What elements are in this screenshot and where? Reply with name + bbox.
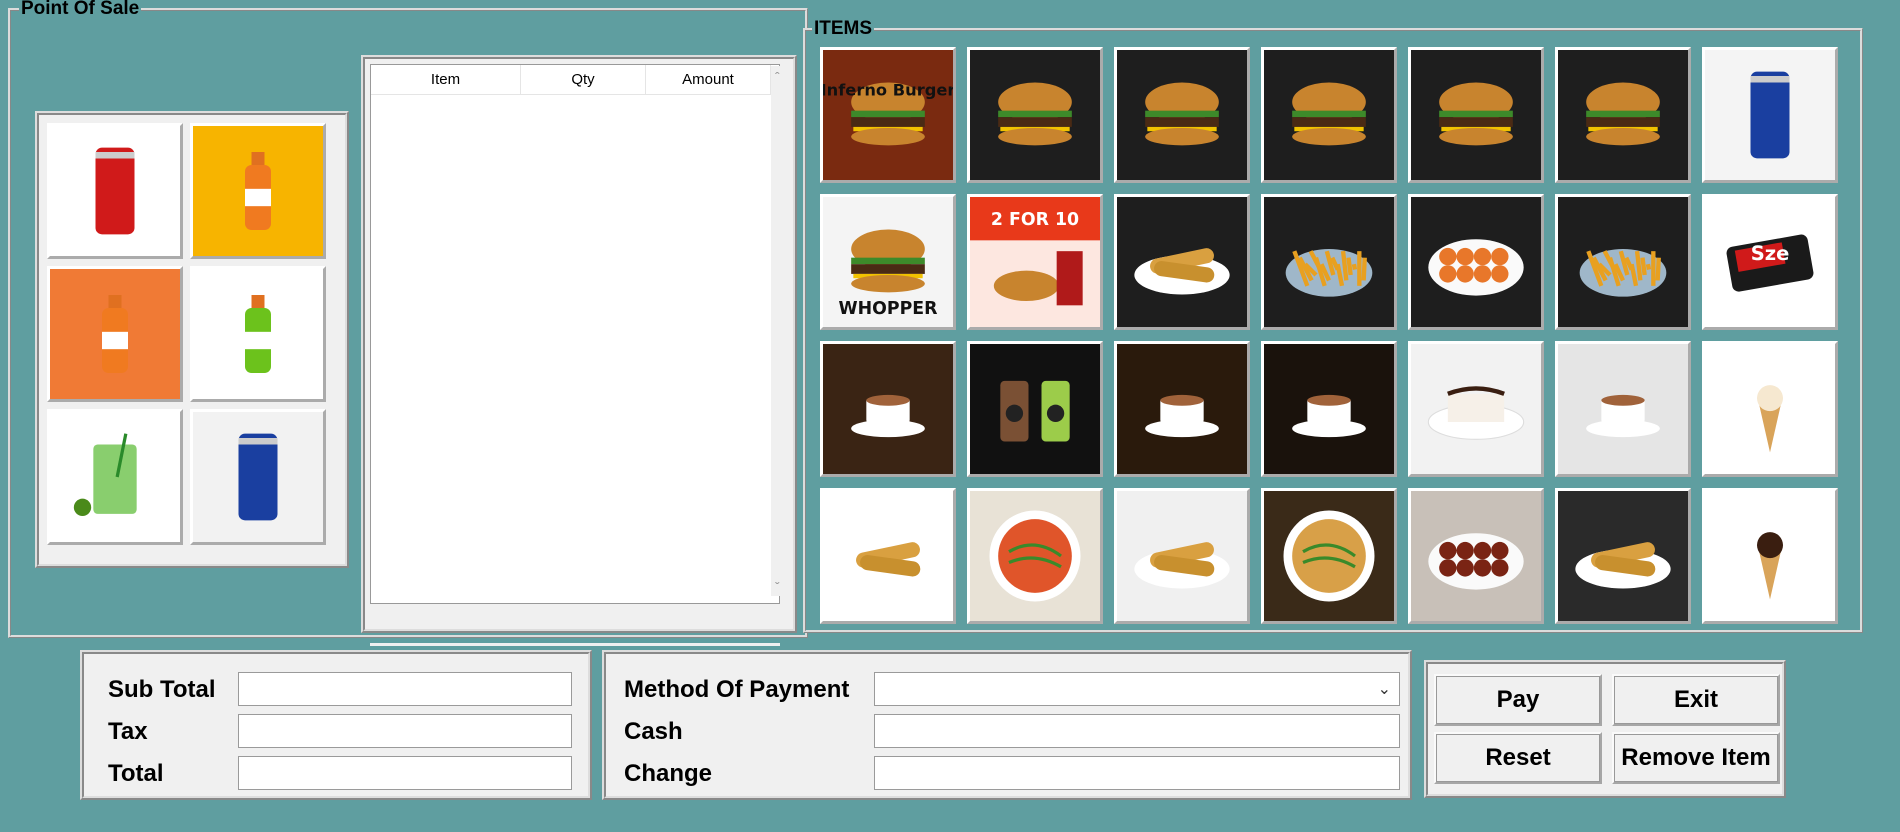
order-list-header: Item Qty Amount [371,65,779,95]
sub-total-label: Sub Total [108,676,216,703]
menu-item-button-noodles[interactable] [1261,488,1397,624]
menu-item-button-whopper-meal[interactable]: 2 FOR 10 [967,194,1103,330]
menu-item-button-samosa[interactable] [820,488,956,624]
order-listview[interactable]: Item Qty Amount [370,64,780,604]
remove-item-button[interactable]: Remove Item [1612,732,1780,784]
menu-item-button-burger-with-fries[interactable] [1408,47,1544,183]
menu-item-button-ice-cream-cone[interactable] [1702,341,1838,477]
menu-item-button-spring-rolls-plate[interactable] [1114,194,1250,330]
payment-group: Method Of Payment ⌄ Cash Change [602,650,1412,800]
menu-item-button-egg-burger[interactable] [1261,47,1397,183]
change-label: Change [624,760,713,787]
item-image-text: 2 FOR 10 [991,210,1079,230]
point-of-sale-panel: Point Of Sale Item Qty Amount ˆ ˇ ‹ › [8,0,808,663]
action-buttons-group: Pay Exit Reset Remove Item [1424,660,1786,798]
pay-button[interactable]: Pay [1434,674,1602,726]
items-panel: ITEMS Inferno Burger WHOPPER 2 FOR 10 Sze [803,19,1863,633]
column-header-qty[interactable]: Qty [521,65,646,94]
drink-button-thums-up-can[interactable] [190,409,326,545]
total-field[interactable] [238,756,572,790]
item-image-text: Inferno Burger [823,81,953,100]
tax-field[interactable] [238,714,572,748]
menu-item-button-steak-burger[interactable] [1555,47,1691,183]
tax-label: Tax [108,718,148,745]
menu-item-button-inferno-burger[interactable]: Inferno Burger [820,47,956,183]
reset-button[interactable]: Reset [1434,732,1602,784]
scroll-down-arrow-icon[interactable]: ˇ [775,580,780,594]
menu-item-button-candy-bar[interactable] [1702,47,1838,183]
menu-item-button-manchurian[interactable] [1408,488,1544,624]
drinks-box [35,111,349,568]
drink-button-mango-juice-bottle[interactable] [190,123,326,259]
column-header-item[interactable]: Item [371,65,521,94]
menu-item-button-french-fries[interactable] [1261,194,1397,330]
column-header-amount[interactable]: Amount [646,65,771,94]
cash-field[interactable] [874,714,1400,748]
sub-total-field[interactable] [238,672,572,706]
change-field[interactable] [874,756,1400,790]
drink-button-mountain-dew-bottle[interactable] [190,266,326,402]
menu-item-button-espresso[interactable] [1114,341,1250,477]
drink-button-coca-cola-can[interactable] [47,123,183,259]
method-of-payment-label: Method Of Payment [624,676,850,703]
menu-item-button-frappes[interactable] [967,341,1103,477]
menu-item-button-latte[interactable] [1555,341,1691,477]
menu-item-button-whopper[interactable]: WHOPPER [820,194,956,330]
items-grid: Inferno Burger WHOPPER 2 FOR 10 Sze [820,47,1838,624]
menu-item-button-cake-slice[interactable] [1408,341,1544,477]
drinks-grid [47,123,337,545]
menu-item-button-cappuccino[interactable] [820,341,956,477]
menu-item-button-fries-with-dip[interactable] [1555,194,1691,330]
items-panel-title: ITEMS [812,18,875,39]
method-of-payment-select[interactable]: ⌄ [874,672,1400,706]
menu-item-button-spring-rolls[interactable] [1114,488,1250,624]
drink-button-orange-juice-bottle[interactable] [47,266,183,402]
chevron-down-icon[interactable]: ⌄ [1378,679,1391,699]
order-list-box: Item Qty Amount ˆ ˇ ‹ › [361,55,797,663]
menu-item-button-tacos[interactable] [1555,488,1691,624]
scroll-up-arrow-icon[interactable]: ˆ [775,70,780,84]
menu-item-button-iced-coffee[interactable] [1261,341,1397,477]
total-label: Total [108,760,164,787]
menu-item-button-cheeseburger[interactable] [967,47,1103,183]
menu-item-button-chocolate-cone[interactable] [1702,488,1838,624]
item-image-text: WHOPPER [839,299,938,319]
menu-item-button-black-bun-burger[interactable] [1114,47,1250,183]
item-image-text: Sze [1751,242,1790,265]
totals-group: Sub Total Tax Total [80,650,592,800]
menu-item-button-szechuan-sauce[interactable]: Sze [1702,194,1838,330]
order-list-vertical-scrollbar[interactable]: ˆ ˇ [771,66,789,596]
menu-item-button-pasta[interactable] [967,488,1103,624]
exit-button[interactable]: Exit [1612,674,1780,726]
cash-label: Cash [624,718,683,745]
pos-panel-title: Point Of Sale [19,0,142,19]
menu-item-button-nuggets[interactable] [1408,194,1544,330]
drink-button-green-mojito-glass[interactable] [47,409,183,545]
